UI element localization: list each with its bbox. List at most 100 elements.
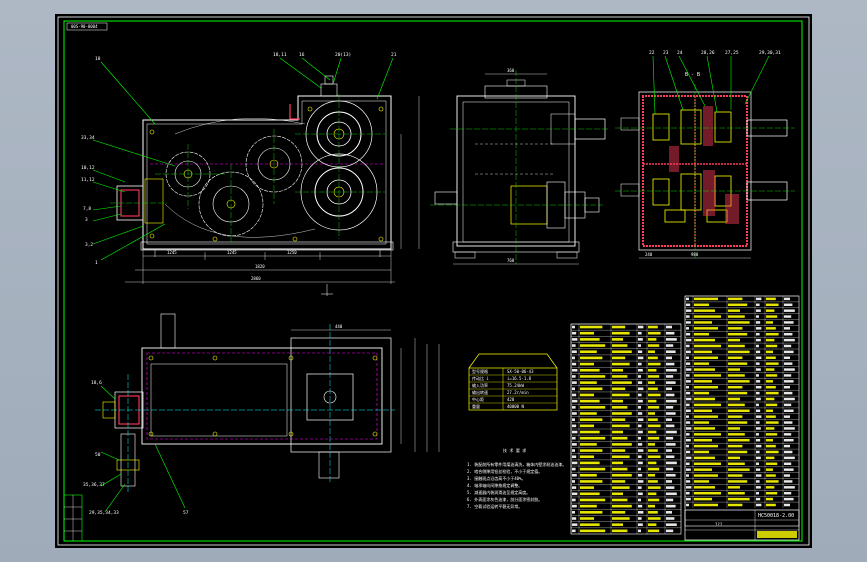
bom-cell-text bbox=[638, 412, 643, 415]
bom-cell-text bbox=[612, 504, 632, 508]
bom-cell-text bbox=[572, 498, 576, 502]
bom-cell-text bbox=[694, 315, 721, 318]
bom-cell-text bbox=[666, 480, 672, 483]
drawing-sheet[interactable]: 00S-90-0004 18 33,34 10,12 11,12 7,8 3 1… bbox=[55, 14, 812, 548]
bom-cell-text bbox=[686, 427, 692, 430]
bom-cell-text bbox=[638, 331, 642, 335]
bom-cell-text bbox=[638, 498, 641, 502]
bom-cell-text bbox=[638, 356, 644, 360]
title-block[interactable]: HC50018-2.00 ??? bbox=[684, 509, 800, 541]
bom-cell-text bbox=[756, 462, 759, 466]
bom-cell-text bbox=[638, 492, 643, 496]
bom-cell-text bbox=[756, 444, 762, 448]
bom-cell-text bbox=[580, 529, 606, 533]
bom-cell-text bbox=[638, 443, 643, 446]
bom-cell-text bbox=[666, 418, 672, 421]
bom-cell-text bbox=[638, 393, 642, 397]
bom-cell-text bbox=[728, 350, 750, 354]
bom-cell-text bbox=[612, 387, 626, 391]
bom-cell-text bbox=[694, 486, 715, 489]
bom-cell-text bbox=[686, 315, 690, 318]
bom-cell-text bbox=[638, 504, 643, 508]
bom-cell-text bbox=[756, 303, 760, 307]
bom-cell-text bbox=[612, 430, 623, 434]
bom-cell-text bbox=[694, 403, 721, 407]
bom-cell-text bbox=[784, 368, 795, 371]
bom-cell-text bbox=[756, 338, 761, 342]
drawing-canvas[interactable]: 00S-90-0004 18 33,34 10,12 11,12 7,8 3 1… bbox=[55, 14, 812, 548]
bom-cell-text bbox=[756, 403, 759, 407]
bom-cell-text bbox=[766, 309, 775, 312]
callout-front-3: 10,12 bbox=[81, 165, 95, 171]
bom-cell-text bbox=[756, 332, 760, 336]
bom-cell-text bbox=[638, 406, 641, 409]
bom-cell-text bbox=[638, 461, 643, 465]
bom-cell-text bbox=[572, 344, 576, 347]
front-view[interactable]: 18 33,34 10,12 11,12 7,8 3 1 3,2 18,11 1… bbox=[81, 52, 420, 296]
bom-cell-text bbox=[784, 438, 794, 442]
bom-cell-text bbox=[572, 486, 577, 489]
bom-cell-text bbox=[784, 344, 792, 348]
bom-cell-text bbox=[694, 362, 709, 365]
bom-cell-text bbox=[728, 497, 750, 501]
callout-plan-3: 35,36,37 bbox=[83, 482, 105, 488]
bom-cell-text bbox=[784, 321, 794, 324]
bom-cell-text bbox=[638, 480, 644, 483]
bom-cell-text bbox=[612, 331, 630, 335]
bom-cell-text bbox=[648, 486, 661, 489]
bom-cell-text bbox=[612, 436, 628, 440]
bom-cell-text bbox=[648, 529, 660, 533]
bom-cell-text bbox=[572, 406, 576, 409]
plan-view[interactable]: 440 18,6 50 35,36,37 29,35,34,33 57 bbox=[83, 313, 440, 516]
bom-cell-text bbox=[694, 332, 709, 336]
bom-cell-text bbox=[694, 385, 718, 389]
bom-cell-text bbox=[572, 375, 576, 378]
spec-row-3-label: 输入功率 bbox=[472, 382, 488, 388]
bom-cell-text bbox=[580, 418, 603, 421]
bom-cell-text bbox=[784, 391, 793, 395]
bom-cell-text bbox=[694, 450, 709, 454]
section-view-bb[interactable]: B - B 22 23 24 28,26 27,25 29,30,31 240 … bbox=[615, 50, 795, 259]
bom-cell-text bbox=[728, 486, 740, 489]
spec-table[interactable]: 型号规格 SX-50-06-43 传动比 i i=16.5·1.8 输入功率 7… bbox=[468, 353, 558, 411]
bom-cell-text bbox=[756, 497, 761, 501]
bom-cell-text bbox=[666, 461, 677, 465]
bom-cell-text bbox=[728, 444, 743, 448]
bom-cell-text bbox=[686, 368, 692, 371]
parts-list-left[interactable] bbox=[570, 323, 682, 535]
bom-cell-text bbox=[756, 503, 762, 507]
bom-cell-text bbox=[580, 375, 606, 378]
callout-plan-2: 50 bbox=[95, 452, 101, 458]
bom-cell-text bbox=[580, 467, 606, 471]
bom-cell-text bbox=[686, 403, 690, 407]
bom-cell-text bbox=[766, 456, 775, 460]
title-block-extra: ??? bbox=[715, 522, 723, 527]
bom-cell-text bbox=[766, 462, 778, 466]
bom-cell-text bbox=[666, 430, 677, 434]
bom-cell-text bbox=[686, 444, 689, 448]
bom-cell-text bbox=[766, 332, 779, 336]
bom-cell-text bbox=[666, 449, 672, 452]
side-view[interactable]: 360 760 bbox=[430, 68, 610, 265]
bom-cell-text bbox=[686, 397, 692, 401]
bom-cell-text bbox=[612, 412, 632, 415]
bom-cell-text bbox=[766, 385, 776, 389]
callout-front-2: 33,34 bbox=[81, 135, 95, 141]
bom-cell-text bbox=[580, 356, 603, 360]
bom-cell-text bbox=[756, 391, 760, 395]
bom-cell-text bbox=[784, 397, 795, 401]
bom-cell-text bbox=[612, 406, 628, 409]
bom-cell-text bbox=[612, 529, 628, 533]
bom-cell-text bbox=[648, 449, 658, 452]
bom-cell-text bbox=[638, 455, 642, 459]
parts-list-right[interactable] bbox=[684, 295, 800, 527]
bom-cell-text bbox=[638, 387, 644, 391]
bom-cell-text bbox=[648, 399, 657, 403]
bom-cell-text bbox=[694, 444, 718, 448]
bom-cell-text bbox=[694, 497, 712, 501]
bom-cell-text bbox=[694, 409, 712, 413]
callout-section-6: 29,30,31 bbox=[759, 50, 781, 56]
bom-cell-text bbox=[784, 497, 794, 501]
bom-cell-text bbox=[612, 362, 630, 366]
bom-cell-text bbox=[572, 331, 577, 335]
